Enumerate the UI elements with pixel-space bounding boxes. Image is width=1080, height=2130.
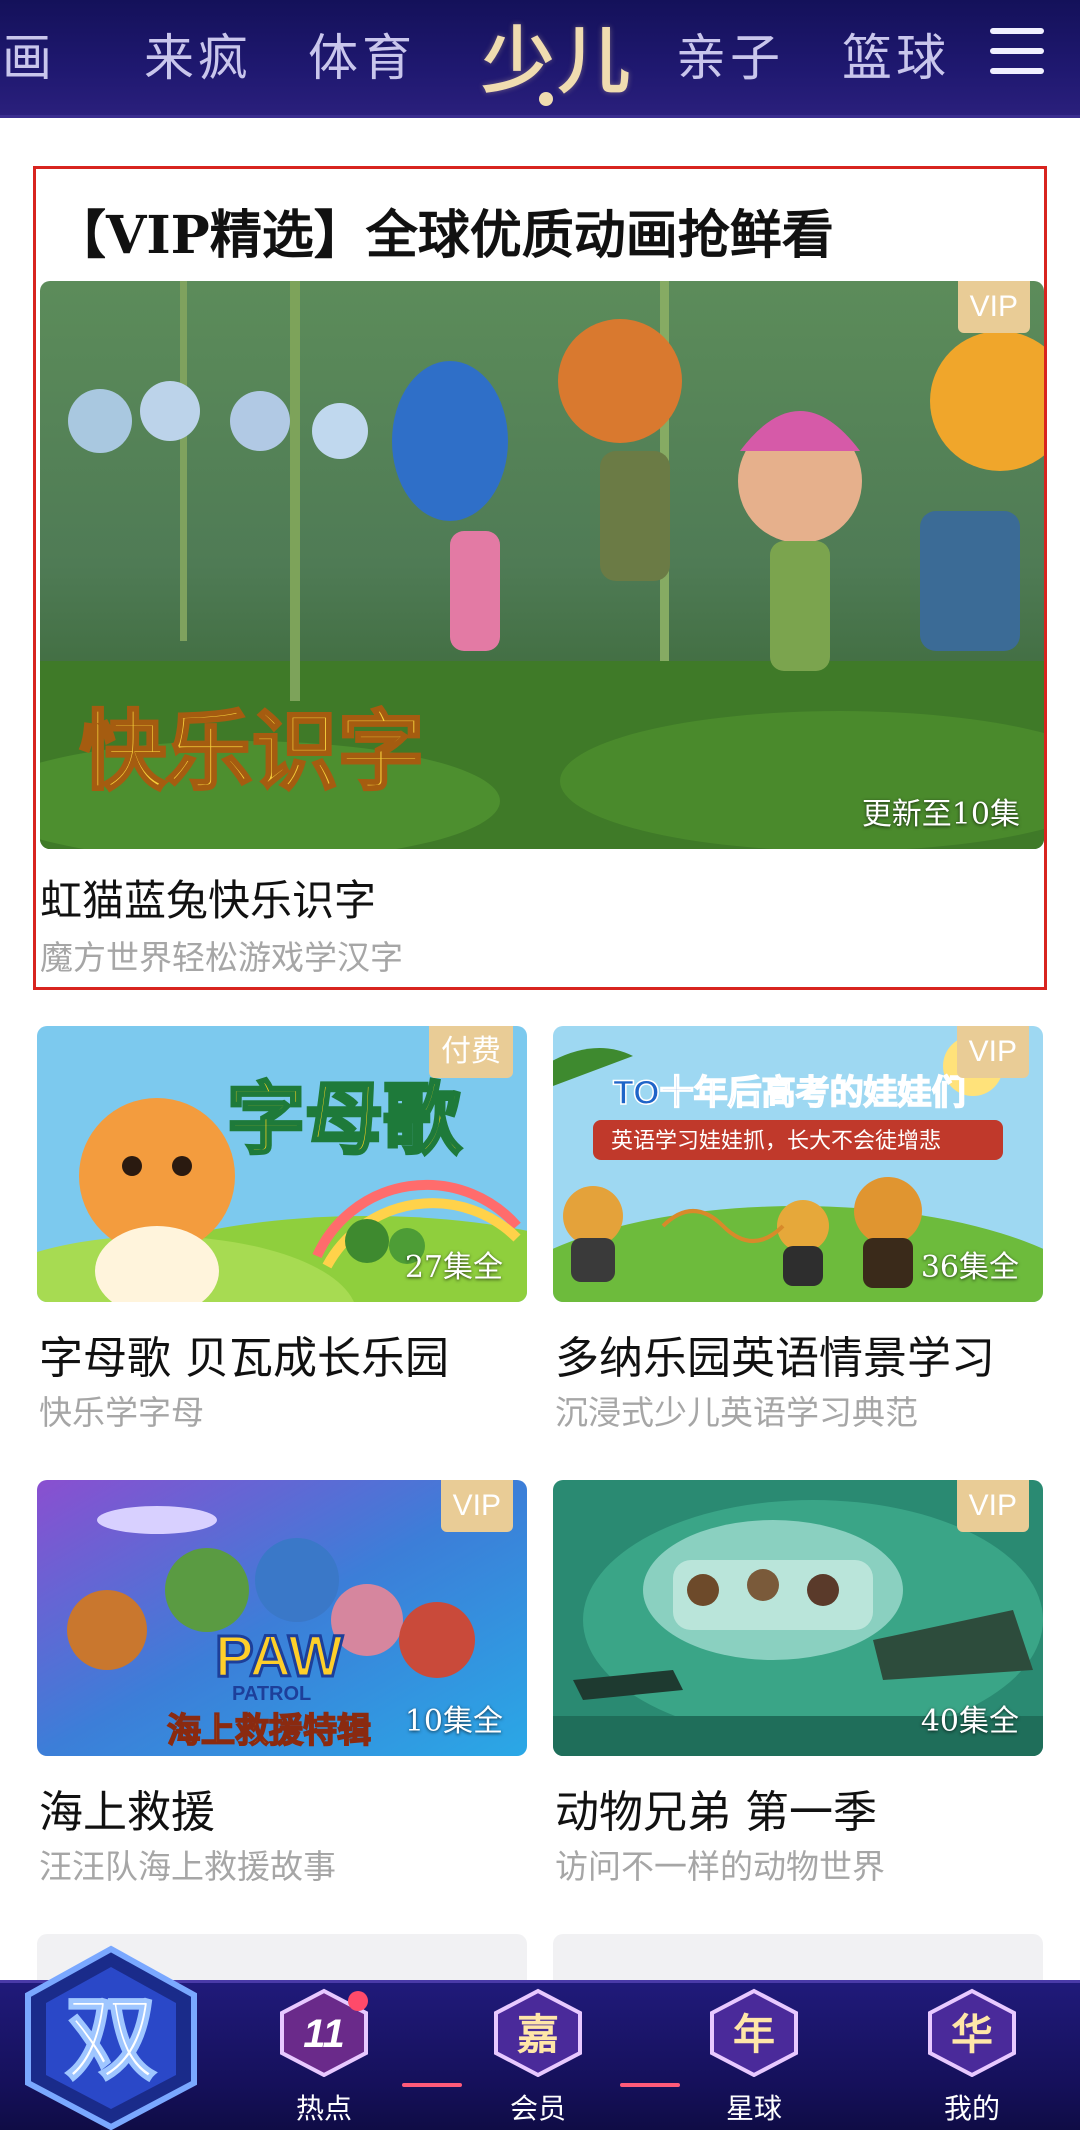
- episode-count: 更新至10集: [861, 797, 1020, 832]
- show-name[interactable]: 字母歌 贝瓦成长乐园: [39, 1322, 449, 1386]
- bottom-tab-bar: 双 11 热点 嘉 会员 年 星球 华 我的: [0, 1945, 1080, 2130]
- vip-badge: VIP: [956, 1026, 1029, 1078]
- menu-icon[interactable]: [990, 28, 1044, 74]
- featured-show-name[interactable]: 虹猫蓝兔快乐识字: [40, 867, 376, 928]
- featured-section[interactable]: 【VIP精选】全球优质动画抢鲜看 快乐识字 VIP 更新至10集 虹猫蓝兔快乐识…: [33, 166, 1047, 990]
- tab-label: 会员: [509, 2092, 566, 2125]
- card-art-title: 海上救援特辑: [167, 1711, 371, 1751]
- tab-hot[interactable]: 11 热点: [264, 1987, 384, 2127]
- profile-icon: 华: [928, 1988, 1016, 2077]
- planet-icon: 年: [710, 1988, 798, 2077]
- episode-count: 10集全: [404, 1704, 503, 1739]
- vip-badge: VIP: [440, 1480, 513, 1532]
- category-nav: 漫画 来疯 体育 少儿 亲子 篮球: [0, 0, 1080, 118]
- svg-text:双: 双: [65, 1986, 157, 2093]
- tab-sports[interactable]: 体育: [308, 18, 416, 90]
- show-subtitle: 快乐学字母: [39, 1393, 204, 1432]
- tab-label: 热点: [295, 2092, 352, 2125]
- home-hex-icon[interactable]: 双: [16, 1943, 206, 2130]
- featured-logo-text: 快乐识字: [80, 701, 424, 802]
- show-name[interactable]: 多纳乐园英语情景学习: [555, 1322, 995, 1386]
- tab-member[interactable]: 嘉 会员: [478, 1987, 598, 2127]
- vip-badge: VIP: [956, 1480, 1029, 1532]
- show-name[interactable]: 动物兄弟 第一季: [555, 1776, 877, 1840]
- active-tab-indicator: [539, 92, 553, 106]
- tab-label: 星球: [725, 2092, 782, 2125]
- tab-label: 我的: [943, 2092, 1000, 2125]
- svg-text:11: 11: [303, 2012, 345, 2056]
- featured-show-subtitle: 魔方世界轻松游戏学汉字: [40, 938, 403, 977]
- card-art-logo: PAW: [215, 1624, 343, 1689]
- member-icon: 嘉: [494, 1988, 582, 2077]
- featured-thumbnail[interactable]: 快乐识字 VIP 更新至10集: [40, 281, 1044, 849]
- show-thumbnail[interactable]: VIP 40集全: [553, 1480, 1043, 1756]
- episode-count: 36集全: [920, 1250, 1019, 1285]
- featured-artwork: 快乐识字: [40, 281, 1044, 849]
- show-thumbnail[interactable]: PAW PATROL 海上救援特辑 VIP 10集全: [37, 1480, 527, 1756]
- svg-text:嘉: 嘉: [517, 2010, 559, 2059]
- paid-badge: 付费: [429, 1026, 513, 1078]
- tab-comics[interactable]: 漫画: [0, 18, 56, 90]
- show-name[interactable]: 海上救援: [39, 1776, 215, 1840]
- episode-count: 40集全: [920, 1704, 1019, 1739]
- tab-planet[interactable]: 年 星球: [694, 1987, 814, 2127]
- card-art-title: 字母歌: [227, 1074, 462, 1165]
- show-thumbnail[interactable]: 字母歌 付费 27集全: [37, 1026, 527, 1302]
- tab-basketball[interactable]: 篮球: [842, 18, 950, 90]
- show-card[interactable]: PAW PATROL 海上救援特辑 VIP 10集全 海上救援 汪汪队海上救援故…: [37, 1480, 527, 1900]
- card-art-title: TO十年后高考的娃娃们: [613, 1074, 966, 1112]
- svg-text:年: 年: [733, 2010, 775, 2059]
- tab-divider-glow: [402, 2083, 462, 2087]
- show-subtitle: 沉浸式少儿英语学习典范: [555, 1393, 918, 1432]
- tab-laifeng[interactable]: 来疯: [144, 18, 252, 90]
- vip-badge: VIP: [957, 281, 1030, 333]
- hot-icon: 11: [280, 1988, 368, 2077]
- featured-title: 【VIP精选】全球优质动画抢鲜看: [54, 205, 834, 266]
- card-art-subtitle: 英语学习娃娃抓，长大不会徒增悲: [611, 1129, 941, 1154]
- svg-text:华: 华: [951, 2010, 993, 2059]
- tab-me[interactable]: 华 我的: [912, 1987, 1032, 2127]
- card-art-logo-sub: PATROL: [232, 1683, 311, 1705]
- show-subtitle: 汪汪队海上救援故事: [39, 1847, 336, 1886]
- show-card[interactable]: VIP 40集全 动物兄弟 第一季 访问不一样的动物世界: [553, 1480, 1043, 1900]
- tab-kids[interactable]: 少儿: [482, 2, 634, 107]
- show-subtitle: 访问不一样的动物世界: [555, 1847, 885, 1886]
- episode-count: 27集全: [404, 1250, 503, 1285]
- show-thumbnail[interactable]: TO十年后高考的娃娃们 英语学习娃娃抓，长大不会徒增悲 VIP 36集全: [553, 1026, 1043, 1302]
- tab-parenting[interactable]: 亲子: [676, 18, 784, 90]
- tab-divider-glow: [620, 2083, 680, 2087]
- show-card[interactable]: TO十年后高考的娃娃们 英语学习娃娃抓，长大不会徒增悲 VIP 36集全 多纳乐…: [553, 1026, 1043, 1446]
- show-card[interactable]: 字母歌 付费 27集全 字母歌 贝瓦成长乐园 快乐学字母: [37, 1026, 527, 1446]
